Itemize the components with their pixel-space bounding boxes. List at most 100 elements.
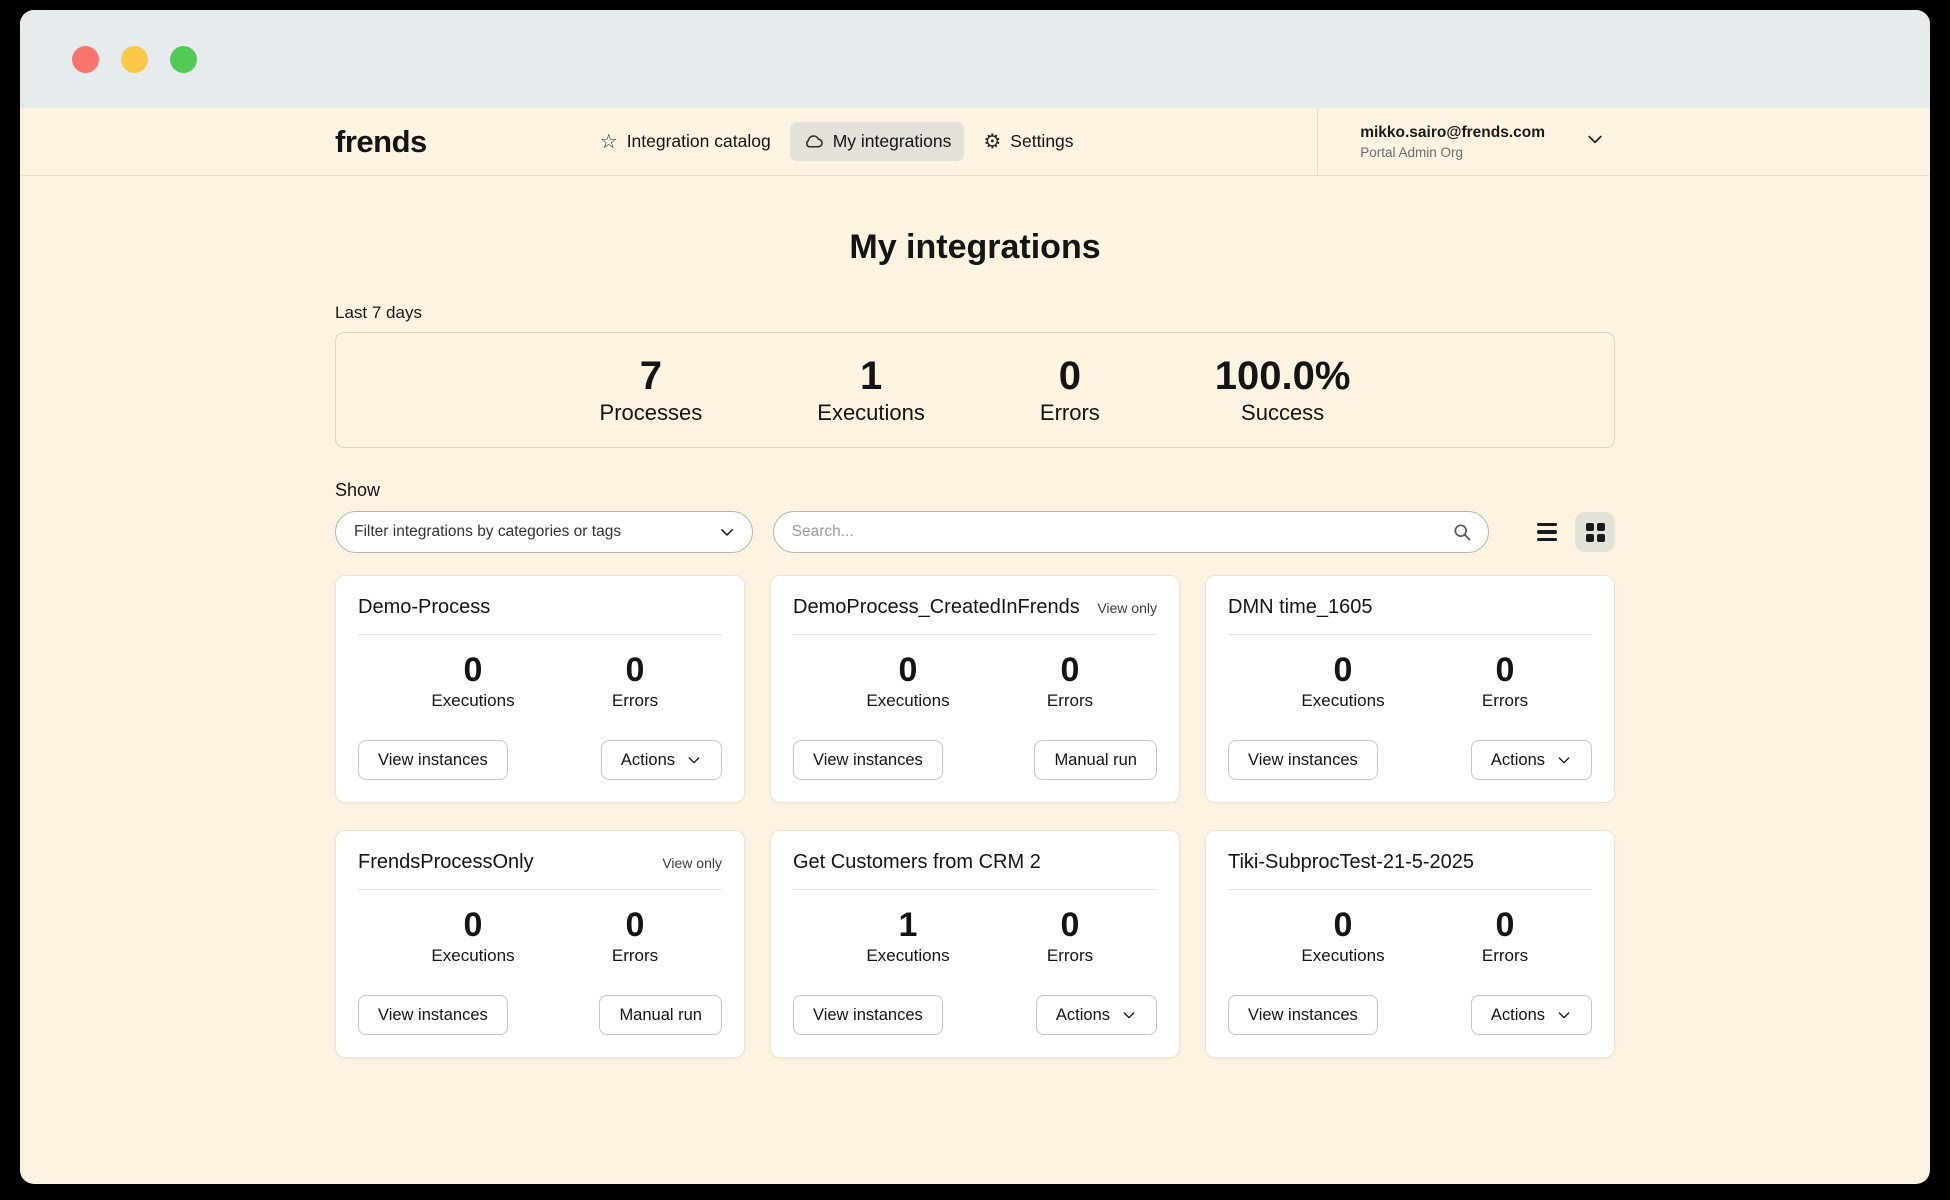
search-input[interactable] <box>792 523 1452 541</box>
nav-my-integrations-label: My integrations <box>833 131 952 152</box>
card-executions-value: 1 <box>899 906 918 945</box>
manual-run-button[interactable]: Manual run <box>1034 740 1157 780</box>
view-toggles <box>1527 512 1615 552</box>
nav-integration-catalog-label: Integration catalog <box>627 131 771 152</box>
view-instances-label: View instances <box>813 751 923 770</box>
card-errors-value: 0 <box>1496 651 1515 690</box>
frends-logo: frends <box>335 124 427 160</box>
main-nav: ☆ Integration catalog My integrations ⚙ … <box>587 122 1087 161</box>
manual-run-label: Manual run <box>1054 751 1137 770</box>
stat-success-value: 100.0% <box>1215 354 1351 399</box>
actions-button[interactable]: Actions <box>1036 995 1157 1035</box>
star-icon: ☆ <box>600 132 618 152</box>
gear-icon: ⚙ <box>983 132 1001 152</box>
card-executions-value: 0 <box>464 651 483 690</box>
user-menu[interactable]: mikko.sairo@frends.com Portal Admin Org <box>1317 108 1930 175</box>
stat-executions: 1 Executions <box>817 354 925 426</box>
actions-button[interactable]: Actions <box>1471 995 1592 1035</box>
stat-errors-label: Errors <box>1040 400 1100 426</box>
card-errors-label: Errors <box>1482 946 1528 966</box>
filter-controls: Filter integrations by categories or tag… <box>335 511 1615 553</box>
chevron-down-icon[interactable] <box>1585 129 1605 154</box>
card-stats: 0 Executions 0 Errors <box>358 651 722 711</box>
card-errors-value: 0 <box>626 906 645 945</box>
stat-success-label: Success <box>1241 400 1324 426</box>
category-filter-dropdown[interactable]: Filter integrations by categories or tag… <box>335 511 753 553</box>
nav-integration-catalog[interactable]: ☆ Integration catalog <box>587 122 784 161</box>
card-errors-label: Errors <box>1047 691 1093 711</box>
chevron-down-icon <box>718 523 736 541</box>
divider <box>1228 634 1592 635</box>
card-executions-value: 0 <box>464 906 483 945</box>
card-executions-label: Executions <box>1301 691 1384 711</box>
card-executions-label: Executions <box>866 691 949 711</box>
actions-button[interactable]: Actions <box>1471 740 1592 780</box>
view-instances-button[interactable]: View instances <box>793 740 943 780</box>
close-window-button[interactable] <box>72 46 99 73</box>
card-executions-value: 0 <box>899 651 918 690</box>
card-executions-label: Executions <box>431 946 514 966</box>
integration-card: Tiki-SubprocTest-21-5-2025 0 Executions … <box>1205 830 1615 1058</box>
chevron-down-icon <box>1121 1007 1137 1023</box>
card-errors-label: Errors <box>612 946 658 966</box>
stats-period-label: Last 7 days <box>335 303 1615 323</box>
actions-button[interactable]: Actions <box>601 740 722 780</box>
card-stats: 0 Executions 0 Errors <box>358 906 722 966</box>
divider <box>1228 889 1592 890</box>
zoom-window-button[interactable] <box>170 46 197 73</box>
card-stats: 0 Executions 0 Errors <box>793 651 1157 711</box>
integration-card: FrendsProcessOnly View only 0 Executions… <box>335 830 745 1058</box>
integration-title: Tiki-SubprocTest-21-5-2025 <box>1228 851 1474 874</box>
card-executions-label: Executions <box>431 691 514 711</box>
nav-settings[interactable]: ⚙ Settings <box>970 122 1086 161</box>
view-instances-button[interactable]: View instances <box>1228 740 1378 780</box>
view-only-badge: View only <box>1097 600 1157 616</box>
card-errors-label: Errors <box>1047 946 1093 966</box>
card-executions-value: 0 <box>1334 906 1353 945</box>
list-view-toggle[interactable] <box>1527 512 1567 552</box>
view-instances-button[interactable]: View instances <box>358 995 508 1035</box>
view-instances-button[interactable]: View instances <box>358 740 508 780</box>
search-icon <box>1452 522 1472 542</box>
view-instances-button[interactable]: View instances <box>1228 995 1378 1035</box>
integration-title: Get Customers from CRM 2 <box>793 851 1041 874</box>
view-instances-label: View instances <box>378 1006 488 1025</box>
divider <box>793 889 1157 890</box>
actions-label: Actions <box>621 751 675 770</box>
card-errors-value: 0 <box>1496 906 1515 945</box>
manual-run-label: Manual run <box>619 1006 702 1025</box>
integration-card: DMN time_1605 0 Executions 0 Errors View… <box>1205 575 1615 803</box>
chevron-down-icon <box>1556 752 1572 768</box>
nav-my-integrations[interactable]: My integrations <box>790 122 965 161</box>
user-org: Portal Admin Org <box>1360 145 1545 160</box>
view-instances-label: View instances <box>813 1006 923 1025</box>
actions-label: Actions <box>1491 1006 1545 1025</box>
actions-label: Actions <box>1056 1006 1110 1025</box>
list-view-icon <box>1537 523 1557 542</box>
integration-title: DemoProcess_CreatedInFrends <box>793 596 1080 619</box>
stat-executions-label: Executions <box>817 400 925 426</box>
card-stats: 0 Executions 0 Errors <box>1228 906 1592 966</box>
integration-card: Demo-Process 0 Executions 0 Errors View … <box>335 575 745 803</box>
view-instances-label: View instances <box>1248 751 1358 770</box>
app-header: frends ☆ Integration catalog My integrat… <box>20 108 1930 176</box>
minimize-window-button[interactable] <box>121 46 148 73</box>
nav-settings-label: Settings <box>1010 131 1073 152</box>
view-instances-button[interactable]: View instances <box>793 995 943 1035</box>
grid-view-toggle[interactable] <box>1575 512 1615 552</box>
stat-processes: 7 Processes <box>600 354 703 426</box>
manual-run-button[interactable]: Manual run <box>599 995 722 1035</box>
card-executions-value: 0 <box>1334 651 1353 690</box>
card-executions-label: Executions <box>1301 946 1384 966</box>
card-errors-value: 0 <box>1061 651 1080 690</box>
integration-title: DMN time_1605 <box>1228 596 1373 619</box>
integration-title: FrendsProcessOnly <box>358 851 534 874</box>
cloud-icon <box>803 131 824 152</box>
grid-view-icon <box>1586 523 1605 542</box>
stat-executions-value: 1 <box>860 354 882 399</box>
summary-stats-card: 7 Processes 1 Executions 0 Errors 100.0%… <box>335 332 1615 448</box>
divider <box>358 634 722 635</box>
stat-processes-label: Processes <box>600 400 703 426</box>
show-label: Show <box>335 480 1615 501</box>
card-errors-value: 0 <box>1061 906 1080 945</box>
